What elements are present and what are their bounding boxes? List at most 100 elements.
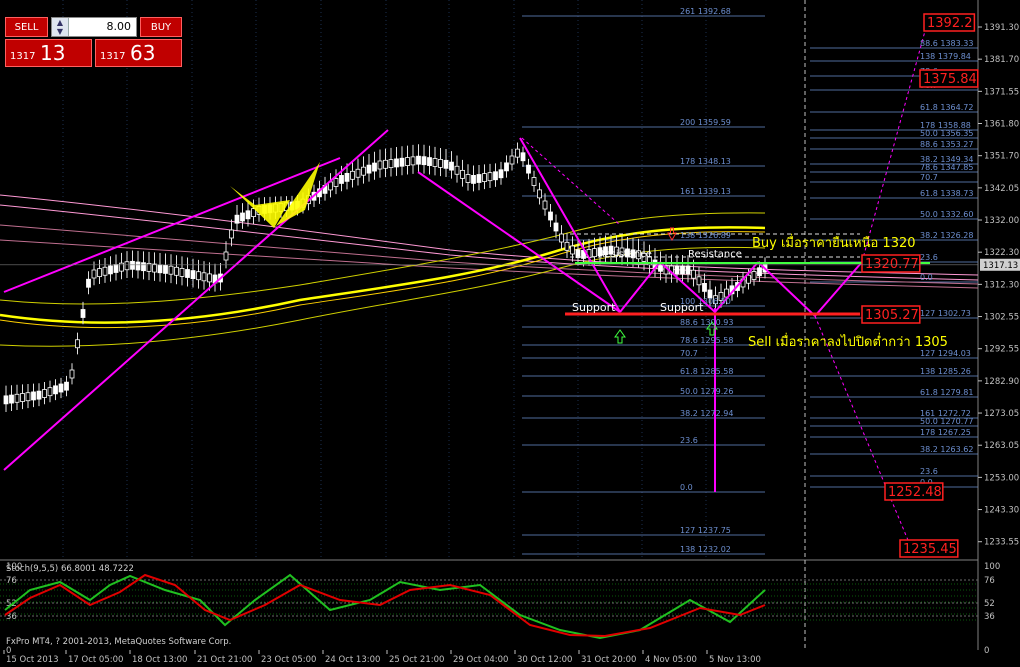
candle-body xyxy=(443,159,449,169)
lot-stepper-icon[interactable]: ▲ ▼ xyxy=(52,18,69,36)
time-tick-label: 17 Oct 05:00 xyxy=(68,655,123,665)
fib-label: 61.8 1338.73 xyxy=(920,189,973,198)
fib-label: 78.6 1295.58 xyxy=(680,336,733,345)
candle-body xyxy=(460,169,465,179)
candle-body xyxy=(394,158,399,168)
bid-price-button[interactable]: 1317 13 xyxy=(5,39,92,67)
candle-body xyxy=(201,272,207,282)
candle-body xyxy=(471,175,476,184)
candle-body xyxy=(152,263,157,273)
candle-body xyxy=(31,391,36,401)
candle-body xyxy=(691,269,696,279)
candle-body xyxy=(482,173,487,182)
candle-body xyxy=(575,249,581,259)
trend-line xyxy=(619,261,661,313)
price-label-text: 1235.45 xyxy=(903,542,957,557)
candle-body xyxy=(229,229,234,239)
chart-canvas[interactable]: 261 1392.68 200 1359.59 178 1348.13 161 133… xyxy=(0,0,1020,667)
price-label-text: 1375.84 xyxy=(923,72,977,87)
sell-button[interactable]: SELL xyxy=(5,17,48,37)
candle-body xyxy=(245,210,251,220)
price-tick-label: 1381.70 xyxy=(984,55,1019,65)
resistance-label: Resistance xyxy=(688,249,742,260)
candle-body xyxy=(251,208,256,218)
fib-label: 138 1326.89 xyxy=(680,231,731,240)
current-price-label: 1317.13 xyxy=(983,261,1018,271)
fib-label: 161 1339.13 xyxy=(680,187,731,196)
sell-annotation: Sell เมื่อราคาลงไปปิดต่ำกว่า 1305 xyxy=(748,333,948,350)
stoch-header: Stoch(9,5,5) 66.8001 48.7222 xyxy=(6,564,134,574)
price-tick-label: 1371.55 xyxy=(984,87,1019,97)
time-tick-label: 23 Oct 05:00 xyxy=(261,655,316,665)
candle-body xyxy=(504,162,509,172)
candle-body xyxy=(405,157,410,166)
buy-button[interactable]: BUY xyxy=(140,17,182,37)
time-tick-label: 5 Nov 13:00 xyxy=(709,655,761,665)
lot-size-value: 8.00 xyxy=(106,20,132,33)
candle-body xyxy=(498,169,504,179)
fib-label: 38.2 1326.28 xyxy=(920,231,973,240)
fib-label: 127 1294.03 xyxy=(920,349,971,358)
price-tick-label: 1312.30 xyxy=(984,280,1019,290)
fib-label: 50.0 1279.26 xyxy=(680,387,733,396)
ask-prefix: 1317 xyxy=(100,51,126,62)
time-tick-label: 24 Oct 13:00 xyxy=(325,655,380,665)
fib-label: 127 1237.75 xyxy=(680,526,731,535)
candle-body xyxy=(339,175,344,184)
candle-body xyxy=(685,265,691,275)
price-label-text: 1392.2 xyxy=(927,16,973,31)
fib-label: 0.0 xyxy=(920,273,933,282)
price-tick-label: 1273.05 xyxy=(984,409,1019,419)
candle-body xyxy=(674,265,680,275)
candle-body xyxy=(124,261,130,271)
projection-line xyxy=(814,315,911,546)
fib-label: 261 1392.68 xyxy=(680,7,731,16)
candle-body xyxy=(157,264,163,274)
fib-label: 200 1359.59 xyxy=(680,118,731,127)
candle-body xyxy=(344,172,350,182)
chart-background xyxy=(0,0,979,650)
fib-label: 78.6 1347.85 xyxy=(920,163,973,172)
candle-body xyxy=(130,260,135,270)
fib-label: 88.6 1353.27 xyxy=(920,140,973,149)
candle-body xyxy=(520,152,526,162)
candle-body xyxy=(531,177,537,186)
candle-body xyxy=(91,269,97,279)
trend-line xyxy=(519,137,621,313)
lot-size-input[interactable]: ▲ ▼ 8.00 xyxy=(51,17,137,37)
fib-label: 23.6 xyxy=(920,253,938,262)
candle-body xyxy=(696,276,702,286)
candle-body xyxy=(361,166,366,176)
time-tick-label: 21 Oct 21:00 xyxy=(197,655,252,665)
candle-body xyxy=(509,155,515,165)
fib-label: 61.8 1285.58 xyxy=(680,367,733,376)
price-tick-label: 1361.80 xyxy=(984,120,1019,130)
ask-pips: 63 xyxy=(130,41,156,65)
candle-body xyxy=(86,278,91,288)
price-tick-label: 1351.70 xyxy=(984,152,1019,162)
resistance-label: Resistance xyxy=(598,249,652,260)
candle-body xyxy=(476,174,482,183)
buy-annotation: Buy เมื่อราคายืนเหนือ 1320 xyxy=(752,234,916,251)
fib-label: 38.2 1263.62 xyxy=(920,445,973,454)
annotations: Buy เมื่อราคายืนเหนือ 1320 Sell เมื่อราคา… xyxy=(572,234,948,350)
fib-label: 127 1302.73 xyxy=(920,309,971,318)
candle-body xyxy=(366,164,372,174)
candle-body xyxy=(80,309,86,318)
candle-body xyxy=(113,264,119,273)
candle-body xyxy=(542,200,548,210)
candle-body xyxy=(102,266,108,276)
fib-label: 50.0 1356.35 xyxy=(920,129,973,138)
candle-body xyxy=(163,265,168,274)
fib-label: 0.0 xyxy=(680,483,693,492)
candle-body xyxy=(240,212,245,222)
candle-body xyxy=(141,262,146,272)
stoch-level-label: 100 xyxy=(984,562,1000,572)
candle-body xyxy=(592,248,597,257)
candle-body xyxy=(42,389,47,398)
price-tick-label: 1243.30 xyxy=(984,506,1019,516)
bid-prefix: 1317 xyxy=(10,51,36,62)
price-tick-label: 1253.00 xyxy=(984,473,1019,483)
ask-price-button[interactable]: 1317 63 xyxy=(95,39,182,67)
candle-body xyxy=(526,164,531,174)
